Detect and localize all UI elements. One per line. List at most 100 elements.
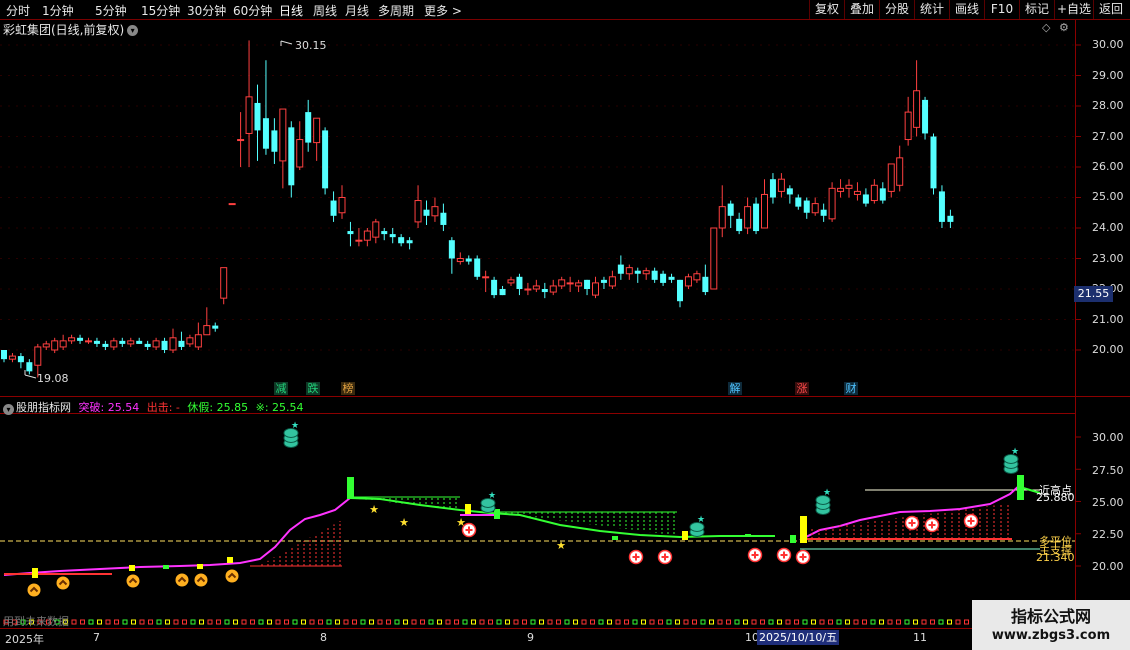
candle-body xyxy=(736,218,743,232)
candle-body xyxy=(913,90,921,128)
candle-body xyxy=(51,340,59,351)
star-icon: ★ xyxy=(556,539,566,552)
signal-square xyxy=(156,619,162,625)
candle-body xyxy=(220,267,228,299)
signal-square xyxy=(318,619,323,625)
signal-square xyxy=(700,619,706,625)
signal-square xyxy=(199,619,204,625)
signal-square xyxy=(734,619,740,625)
signal-square xyxy=(556,619,561,625)
candle-body xyxy=(558,279,566,287)
y-tick-label: 26.00 xyxy=(1092,160,1124,173)
signal-bar xyxy=(612,536,618,540)
candle-body xyxy=(566,282,574,285)
candle-body xyxy=(381,231,388,235)
candle-body xyxy=(406,240,413,244)
candle-body xyxy=(820,209,827,216)
y-tick-label: 29.00 xyxy=(1092,69,1124,82)
signal-square xyxy=(751,619,757,625)
candle-body xyxy=(398,237,405,244)
signal-square xyxy=(496,619,502,625)
event-tag[interactable]: 财 xyxy=(844,382,858,395)
y-tick-label: 30.00 xyxy=(1092,38,1124,51)
breakout-value: 25.54 xyxy=(107,401,140,414)
sub-y-tick-label: 27.50 xyxy=(1092,464,1124,477)
candle-body xyxy=(34,346,42,366)
signal-square xyxy=(139,619,145,625)
date-tick: 2025年 xyxy=(5,633,44,646)
signal-square xyxy=(845,619,850,625)
rest-label: 休假 xyxy=(187,401,210,414)
signal-square xyxy=(258,619,264,625)
candle-body xyxy=(59,340,67,348)
signal-squares xyxy=(3,619,1020,625)
candle-body xyxy=(194,334,202,348)
chevron-down-icon[interactable]: ▾ xyxy=(3,404,14,415)
event-tag[interactable]: 榜 xyxy=(341,382,355,395)
candle-body xyxy=(178,340,185,347)
signal-square xyxy=(386,619,391,625)
star-icon: ★ xyxy=(823,488,831,498)
settings-icon[interactable]: ⚙ xyxy=(1059,21,1069,34)
candle-body xyxy=(414,200,422,223)
candle-body xyxy=(119,340,126,344)
breakout-label: 突破 xyxy=(78,401,101,414)
candle-body xyxy=(338,197,346,214)
signal-square xyxy=(930,619,935,625)
candle-body xyxy=(330,200,337,216)
signal-square xyxy=(71,619,77,625)
current-price-tag: 21.55 xyxy=(1074,286,1113,302)
candle-body xyxy=(245,96,253,134)
candle-body xyxy=(853,190,861,195)
high-price-label: 30.15 xyxy=(295,39,327,52)
candle-body xyxy=(288,127,295,186)
event-tag[interactable]: 解 xyxy=(728,382,742,395)
signal-square xyxy=(428,619,434,625)
signal-square xyxy=(615,619,621,625)
signal-square xyxy=(335,619,340,625)
signal-square xyxy=(437,619,442,625)
event-tag[interactable]: 跌 xyxy=(306,382,320,395)
signal-square xyxy=(343,619,349,625)
event-tag[interactable]: 涨 xyxy=(795,382,809,395)
signal-square xyxy=(879,619,884,625)
candle-body xyxy=(575,282,583,287)
candle-body xyxy=(474,258,481,277)
candle-body xyxy=(684,276,692,287)
candle-body xyxy=(186,337,194,345)
candle-body xyxy=(651,270,658,280)
signal-square xyxy=(207,619,213,625)
candle-body xyxy=(423,209,430,216)
candle-body xyxy=(811,203,819,214)
candle-body xyxy=(753,203,760,232)
signal-square xyxy=(785,619,791,625)
signal-bar xyxy=(129,565,135,571)
y-tick-label: 24.00 xyxy=(1092,221,1124,234)
chevron-down-icon[interactable]: ▾ xyxy=(127,25,139,36)
candle-body xyxy=(870,184,878,202)
candle-body xyxy=(431,206,439,217)
signal-square xyxy=(479,619,485,625)
star-icon: ★ xyxy=(488,491,496,501)
candle-body xyxy=(1,350,7,360)
candle-body xyxy=(524,288,532,291)
candle-body xyxy=(347,231,354,235)
candle-body xyxy=(584,279,591,289)
diamond-icon[interactable]: ◇ xyxy=(1042,21,1050,34)
candle-body xyxy=(161,340,168,350)
candle-body xyxy=(499,289,506,296)
signal-square xyxy=(573,619,578,625)
candle-body xyxy=(879,188,886,201)
sub-y-tick-label: 22.50 xyxy=(1092,528,1124,541)
signal-square xyxy=(768,619,774,625)
candle-body xyxy=(608,276,616,287)
chart-canvas[interactable]: ★ ★ ★ ★ ★ ★ ★ ★ ★ xyxy=(0,0,1130,650)
signal-square xyxy=(955,619,961,625)
candle-body xyxy=(203,325,211,336)
signal-square xyxy=(709,619,714,625)
star-icon: ★ xyxy=(456,516,466,529)
candle-body xyxy=(744,206,752,229)
event-tag[interactable]: 减 xyxy=(274,382,288,395)
signal-bar xyxy=(465,504,471,514)
signal-square xyxy=(760,619,765,625)
